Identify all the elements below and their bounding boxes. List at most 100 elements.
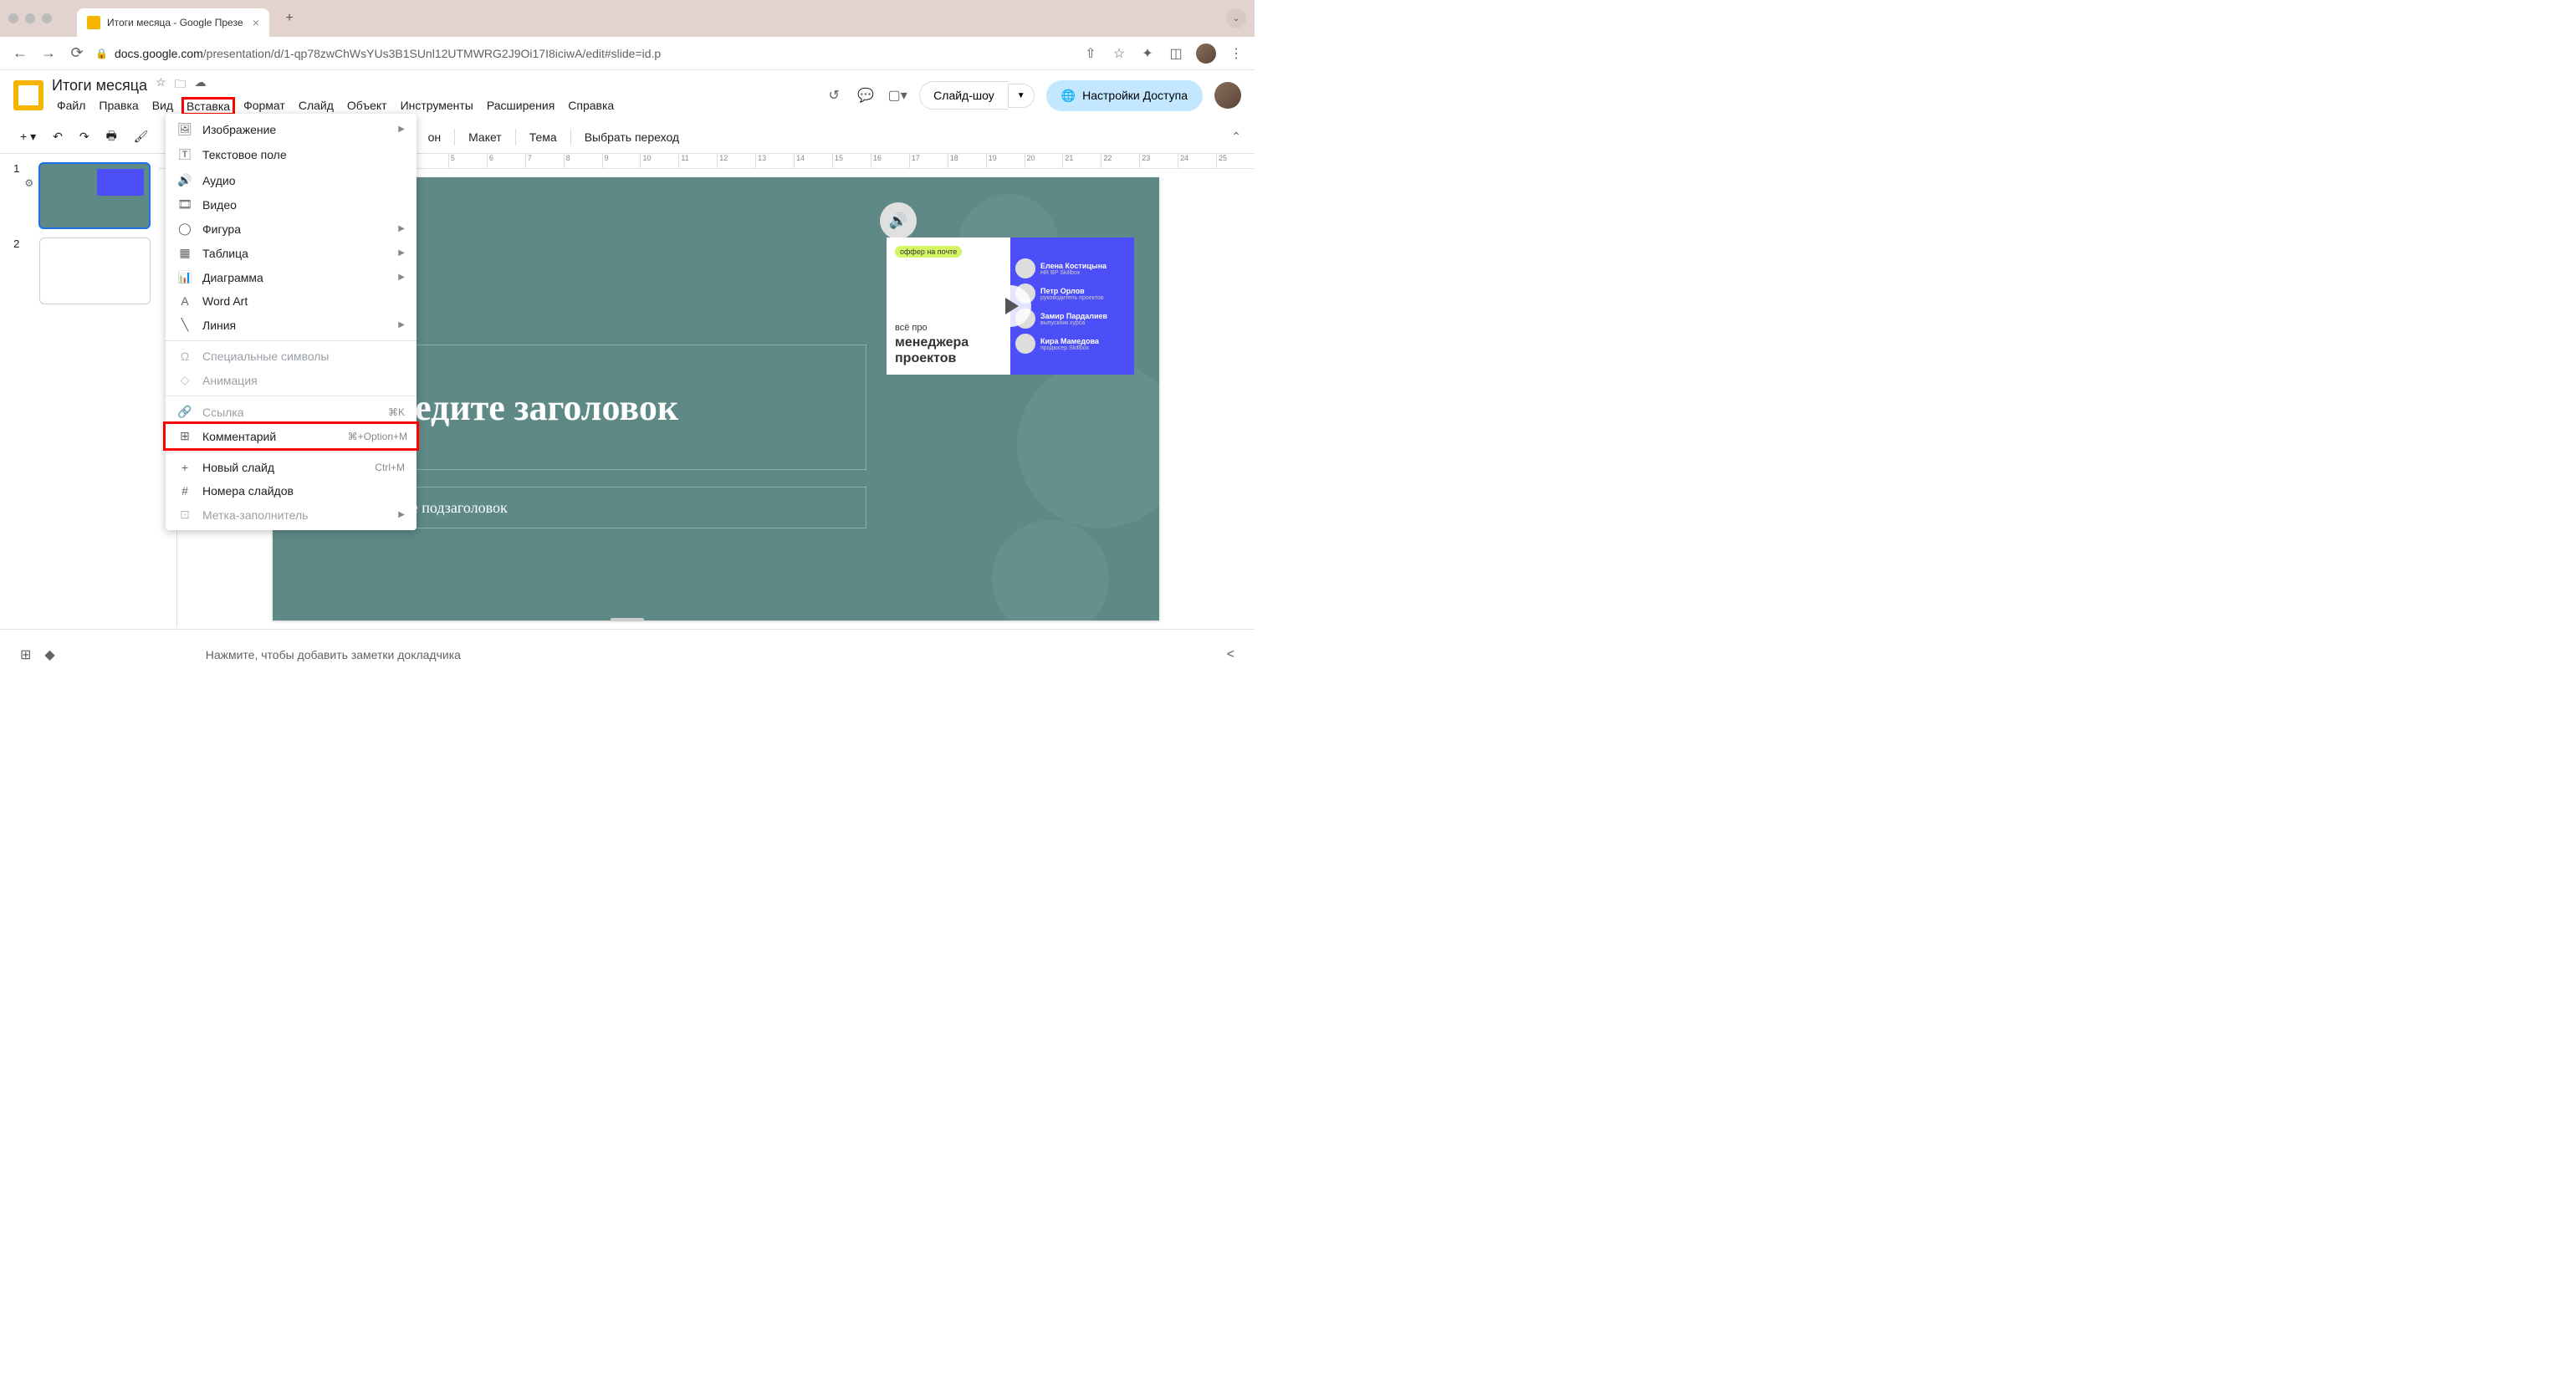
submenu-arrow-icon: ▶ (398, 248, 405, 258)
menu-file[interactable]: Файл (52, 97, 90, 115)
menu-help[interactable]: Справка (563, 97, 619, 115)
menu-item-фигура[interactable]: ◯Фигура▶ (166, 217, 417, 241)
insert-menu-dropdown: 🖼 Изображение ▶ 🅃Текстовое поле🔊Аудио🎞Видео… (166, 114, 417, 530)
menu-item-icon: Ω (177, 350, 192, 363)
maximize-window[interactable] (42, 13, 52, 23)
notes-drag-handle[interactable] (611, 618, 644, 621)
present-icon[interactable]: ▢▾ (887, 85, 907, 105)
new-slide-button[interactable]: + ▾ (13, 126, 43, 147)
menu-item-icon: ╲ (177, 318, 192, 332)
tab-title: Итоги месяца - Google Презе (107, 17, 246, 28)
close-window[interactable] (8, 13, 18, 23)
menu-item-таблица[interactable]: ▦Таблица▶ (166, 241, 417, 265)
menu-insert[interactable]: Вставка (181, 97, 235, 115)
slide-thumbnail-2[interactable] (39, 237, 151, 304)
redo-button[interactable]: ↷ (73, 126, 96, 147)
extensions-icon[interactable]: ✦ (1139, 45, 1156, 62)
menu-item-label: Метка-заполнитель (202, 508, 308, 522)
browser-tab[interactable]: Итоги месяца - Google Презе × (77, 8, 269, 37)
menu-extensions[interactable]: Расширения (482, 97, 560, 115)
menu-item-label: Ссылка (202, 406, 244, 419)
address-bar[interactable]: 🔒 docs.google.com/presentation/d/1-qp78z… (95, 47, 1074, 60)
star-icon[interactable]: ☆ (156, 75, 166, 95)
account-avatar[interactable] (1214, 82, 1241, 109)
globe-icon: 🌐 (1061, 89, 1076, 103)
menu-item-label: Новый слайд (202, 461, 274, 474)
speaker-notes-placeholder[interactable]: Нажмите, чтобы добавить заметки докладчи… (206, 648, 461, 661)
menu-item-диаграмма[interactable]: 📊Диаграмма▶ (166, 265, 417, 289)
comments-icon[interactable]: 💬 (856, 85, 876, 105)
share-label: Настройки Доступа (1082, 89, 1188, 102)
app-header: Итоги месяца ☆ 🗀 ☁ Файл Правка Вид Встав… (0, 70, 1255, 120)
menu-item-изображение[interactable]: 🖼 Изображение ▶ (166, 117, 417, 141)
notes-collapse-icon[interactable]: < (1227, 647, 1234, 662)
background-button[interactable]: он (422, 127, 448, 147)
history-icon[interactable]: ↺ (824, 85, 844, 105)
menu-item-текстовое-поле[interactable]: 🅃Текстовое поле (166, 141, 417, 168)
share-icon[interactable]: ⇧ (1082, 45, 1099, 62)
menu-item-номера-слайдов[interactable]: #Номера слайдов (166, 479, 417, 503)
reload-button[interactable]: ⟳ (67, 43, 87, 64)
menu-item-label: Изображение (202, 123, 276, 136)
slideshow-dropdown[interactable]: ▼ (1008, 84, 1035, 108)
window-controls (8, 13, 52, 23)
menu-icon[interactable]: ⋮ (1228, 45, 1245, 62)
menu-edit[interactable]: Правка (94, 97, 143, 115)
undo-button[interactable]: ↶ (46, 126, 69, 147)
play-icon[interactable] (989, 285, 1031, 327)
slideshow-button[interactable]: Слайд-шоу (919, 81, 1008, 110)
back-button[interactable]: ← (10, 43, 30, 64)
menu-format[interactable]: Формат (238, 97, 290, 115)
menu-item-специальные-символы: ΩСпециальные символы (166, 345, 417, 368)
document-title[interactable]: Итоги месяца (52, 77, 147, 94)
url-host: docs.google.com (115, 47, 203, 60)
menu-item-ссылка: 🔗Ссылка⌘K (166, 400, 417, 424)
menu-slide[interactable]: Слайд (294, 97, 339, 115)
explore-icon[interactable]: ◆ (44, 646, 54, 663)
transition-button[interactable]: Выбрать переход (578, 127, 686, 147)
cloud-status-icon[interactable]: ☁ (195, 75, 207, 95)
menu-view[interactable]: Вид (147, 97, 178, 115)
menu-item-комментарий[interactable]: ⊞Комментарий⌘+Option+M (163, 421, 419, 451)
menu-item-icon: ⊞ (177, 429, 192, 443)
grid-view-icon[interactable]: ⊞ (20, 646, 31, 663)
profile-avatar[interactable] (1196, 43, 1216, 64)
menu-tools[interactable]: Инструменты (396, 97, 478, 115)
subtitle-placeholder[interactable]: Введите подзаголовок (348, 487, 866, 528)
close-tab-icon[interactable]: × (253, 16, 259, 29)
menu-item-label: Word Art (202, 294, 248, 308)
menu-item-линия[interactable]: ╲Линия▶ (166, 313, 417, 337)
minimize-window[interactable] (25, 13, 35, 23)
slides-logo[interactable] (13, 80, 43, 110)
sidepanel-icon[interactable]: ◫ (1168, 45, 1184, 62)
new-tab-button[interactable]: + (278, 7, 301, 30)
menu-item-анимация: ◇Анимация (166, 368, 417, 392)
bookmark-icon[interactable]: ☆ (1111, 45, 1127, 62)
title-placeholder[interactable]: Введите заголовок (348, 345, 866, 470)
menu-item-icon: 🖼 (177, 122, 192, 136)
layout-button[interactable]: Макет (462, 127, 509, 147)
slide-thumbnail-1[interactable] (38, 162, 151, 229)
forward-button[interactable]: → (38, 43, 59, 64)
submenu-arrow-icon: ▶ (398, 510, 405, 519)
theme-button[interactable]: Тема (523, 127, 564, 147)
audio-icon[interactable]: 🔊 (880, 202, 917, 239)
submenu-arrow-icon: ▶ (398, 125, 405, 134)
menu-item-icon: ▦ (177, 246, 192, 260)
menu-item-word-art[interactable]: A Word Art (166, 289, 417, 313)
menu-item-новый-слайд[interactable]: +Новый слайдCtrl+M (166, 456, 417, 479)
collapse-toolbar-icon[interactable]: ⌃ (1231, 130, 1241, 144)
menu-object[interactable]: Объект (342, 97, 392, 115)
share-button[interactable]: 🌐 Настройки Доступа (1046, 80, 1203, 111)
print-button[interactable]: 🖶 (100, 124, 124, 151)
video-embed[interactable]: оффер на почте всё про менеджера проекто… (887, 237, 1134, 375)
menu-item-icon: A (177, 294, 192, 308)
slides-favicon (87, 16, 100, 29)
tabs-dropdown[interactable]: ⌄ (1226, 8, 1246, 28)
menu-item-аудио[interactable]: 🔊Аудио (166, 168, 417, 192)
menu-item-видео[interactable]: 🎞Видео (166, 192, 417, 217)
paint-format-button[interactable]: 🖌 (127, 126, 156, 147)
menu-item-label: Диаграмма (202, 271, 263, 284)
move-icon[interactable]: 🗀 (175, 75, 187, 95)
menu-item-метка-заполнитель: ⊡Метка-заполнитель▶ (166, 503, 417, 527)
